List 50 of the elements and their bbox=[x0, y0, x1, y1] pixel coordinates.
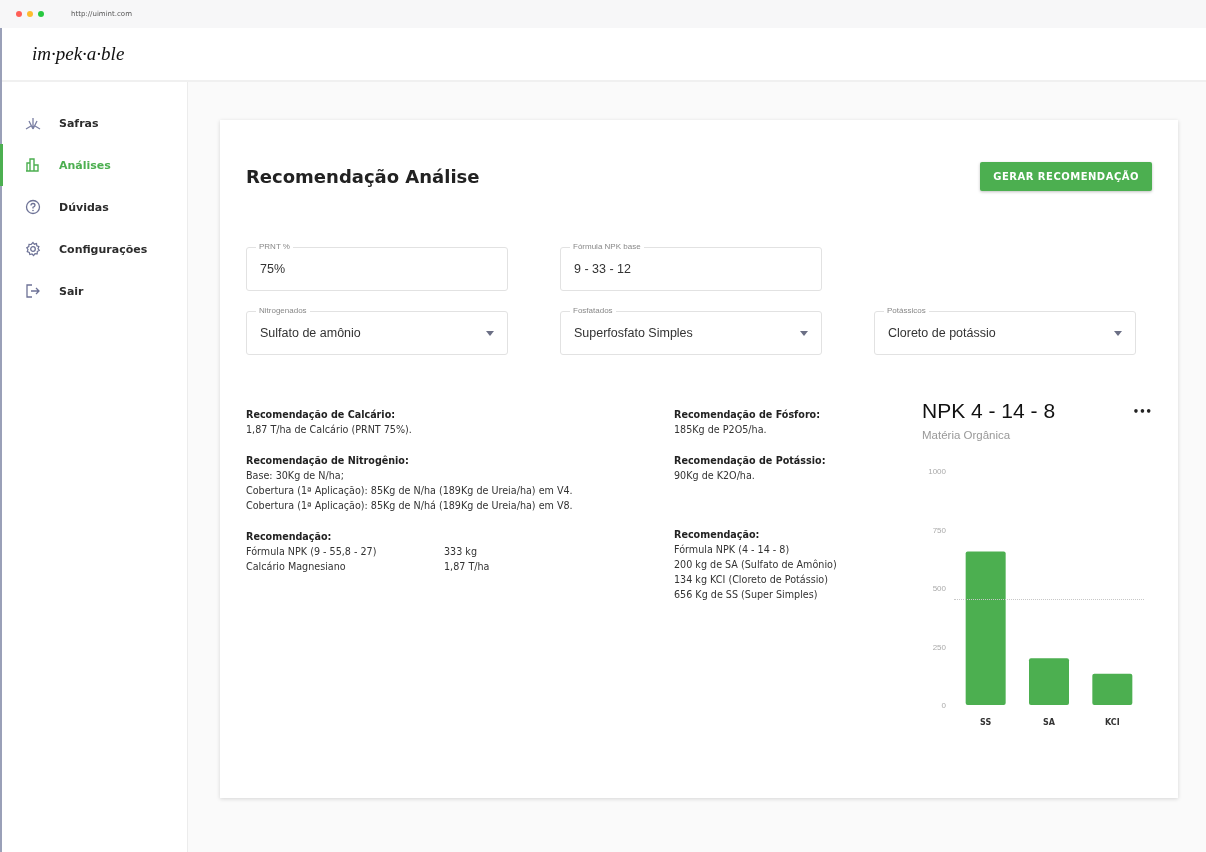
recommendation-text: Fórmula NPK (4 - 14 - 8) bbox=[674, 543, 791, 557]
item-name: Calcário Magnesiano bbox=[246, 560, 347, 574]
caret-icon bbox=[800, 330, 808, 336]
chart-title: NPK 4 - 14 - 8 bbox=[922, 399, 1056, 423]
sprout-icon bbox=[25, 115, 41, 131]
section-heading: Recomendação de Calcário: bbox=[246, 408, 397, 422]
category-label: KCI bbox=[1105, 718, 1120, 727]
help-icon bbox=[25, 199, 41, 215]
sidebar-item[interactable]: Sair bbox=[0, 270, 187, 312]
section-heading: Recomendação: bbox=[246, 530, 333, 544]
axis-tick-label: 1000 bbox=[928, 467, 946, 476]
recommendation-text: 1,87 T/ha de Calcário (PRNT 75%). bbox=[246, 423, 413, 437]
recommendation-text: 200 kg de SA (Sulfato de Amônio) bbox=[674, 558, 838, 572]
minimize-dot-icon[interactable] bbox=[27, 11, 33, 17]
bar-chart-icon bbox=[25, 157, 41, 173]
sidebar-item[interactable]: Safras bbox=[0, 102, 187, 144]
recommendation-text: 134 kg KCI (Cloreto de Potássio) bbox=[674, 573, 829, 587]
logo[interactable]: im·pek·a·ble bbox=[32, 43, 125, 65]
sidebar-item[interactable]: Dúvidas bbox=[0, 186, 187, 228]
recommendation-text: 90Kg de K2O/ha. bbox=[674, 469, 756, 483]
settings-icon bbox=[25, 241, 41, 257]
axis-tick-label: 750 bbox=[932, 525, 946, 535]
close-dot-icon[interactable] bbox=[16, 11, 22, 17]
recommendation-text: 656 Kg de SS (Super Simples) bbox=[674, 588, 819, 602]
page-title: Recomendação Análise bbox=[246, 166, 480, 187]
section-heading: Recomendação: bbox=[674, 528, 761, 542]
maximize-dot-icon[interactable] bbox=[38, 11, 44, 17]
logout-icon bbox=[25, 283, 41, 299]
axis-tick-label: 500 bbox=[932, 584, 946, 593]
caret-icon bbox=[1114, 330, 1122, 336]
sidebar-item[interactable]: Configurações bbox=[0, 228, 187, 270]
axis-tick-label: 0 bbox=[941, 701, 946, 710]
bar bbox=[1029, 658, 1069, 705]
item-amount: 1,87 T/ha bbox=[444, 560, 490, 574]
section-heading: Recomendação de Potássio: bbox=[674, 454, 827, 468]
more-button[interactable]: ••• bbox=[1132, 405, 1152, 417]
section-heading: Recomendação de Fósforo: bbox=[674, 408, 822, 422]
recommendation-text: Cobertura (1ª Aplicação): 85Kg de N/ha (189Kg de Ureia/ha) em V4. bbox=[246, 484, 574, 498]
axis-tick-label: 250 bbox=[932, 642, 946, 652]
recommendation-text: Cobertura (1ª Aplicação): 85Kg de N/há (189Kg de Ureia/ha) em V8. bbox=[246, 499, 574, 513]
recommendation-text: 185Kg de P2O5/ha. bbox=[674, 423, 768, 437]
item-name: Fórmula NPK (9 - 55,8 - 27) bbox=[246, 545, 378, 559]
caret-icon bbox=[486, 330, 494, 336]
section-heading: Recomendação de Nitrogênio: bbox=[246, 454, 410, 468]
chart-subtitle: Matéria Orgânica bbox=[922, 429, 1012, 441]
recommendation-text: Base: 30Kg de N/ha; bbox=[246, 469, 345, 483]
bar bbox=[1092, 673, 1133, 705]
category-label: SA bbox=[1043, 718, 1055, 727]
category-label: SS bbox=[980, 718, 992, 727]
item-amount: 333 kg bbox=[444, 545, 477, 559]
